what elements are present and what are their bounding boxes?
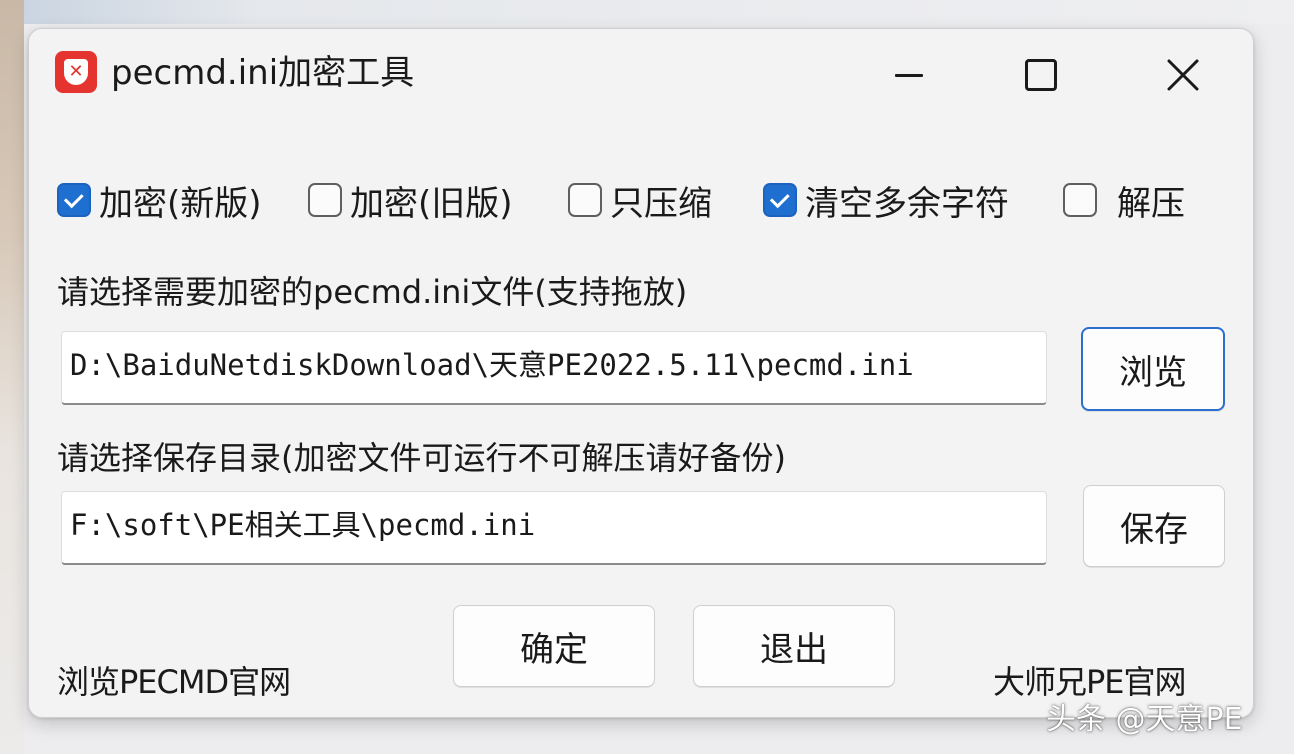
background-window-edge (0, 0, 1294, 24)
checkbox-unchecked[interactable] (1063, 183, 1097, 217)
target-path-input[interactable]: F:\soft\PE相关工具\pecmd.ini (61, 491, 1047, 565)
maximize-button[interactable] (1011, 49, 1071, 101)
close-button[interactable] (1153, 49, 1213, 101)
option-label: 加密(旧版) (350, 183, 513, 224)
title-bar[interactable]: ✕ pecmd.ini加密工具 (29, 29, 1253, 121)
option-strip-extra-chars[interactable]: 清空多余字符 (763, 177, 1009, 224)
pecmd-website-link[interactable]: 浏览PECMD官网 (57, 657, 291, 703)
source-path-input[interactable]: D:\BaiduNetdiskDownload\天意PE2022.5.11\pe… (61, 331, 1047, 405)
maximize-icon (1025, 59, 1057, 91)
watermark-text: 头条 @天意PE (1046, 702, 1243, 737)
app-shield-icon: ✕ (55, 51, 97, 93)
option-encrypt-old[interactable]: 加密(旧版) (308, 177, 513, 224)
save-button[interactable]: 保存 (1083, 485, 1225, 567)
browse-button[interactable]: 浏览 (1081, 327, 1225, 411)
checkbox-checked[interactable] (763, 183, 797, 217)
checkbox-unchecked[interactable] (308, 183, 342, 217)
option-label: 加密(新版) (99, 183, 262, 224)
option-decompress[interactable]: 解压 (1063, 177, 1185, 224)
checkbox-unchecked[interactable] (568, 183, 602, 217)
shield-icon: ✕ (64, 59, 88, 85)
option-label: 只压缩 (610, 183, 712, 224)
source-label: 请选择需要加密的pecmd.ini文件(支持拖放) (57, 273, 688, 311)
close-icon (1167, 59, 1199, 91)
option-label: 解压 (1117, 183, 1185, 224)
background-window-edge-left (0, 0, 24, 754)
exit-button[interactable]: 退出 (693, 605, 895, 687)
option-encrypt-new[interactable]: 加密(新版) (57, 177, 262, 224)
ok-button[interactable]: 确定 (453, 605, 655, 687)
minimize-button[interactable] (879, 49, 939, 101)
option-compress-only[interactable]: 只压缩 (568, 177, 712, 224)
target-label: 请选择保存目录(加密文件可运行不可解压请好备份) (57, 439, 786, 477)
window-title: pecmd.ini加密工具 (111, 53, 415, 93)
minimize-icon (895, 73, 923, 77)
option-label: 清空多余字符 (805, 183, 1009, 224)
app-window: ✕ pecmd.ini加密工具 加密(新版) 加密(旧版) 只压缩 清空多余字符… (28, 28, 1254, 718)
checkbox-checked[interactable] (57, 183, 91, 217)
options-row: 加密(新版) 加密(旧版) 只压缩 清空多余字符 解压 (57, 177, 1237, 224)
